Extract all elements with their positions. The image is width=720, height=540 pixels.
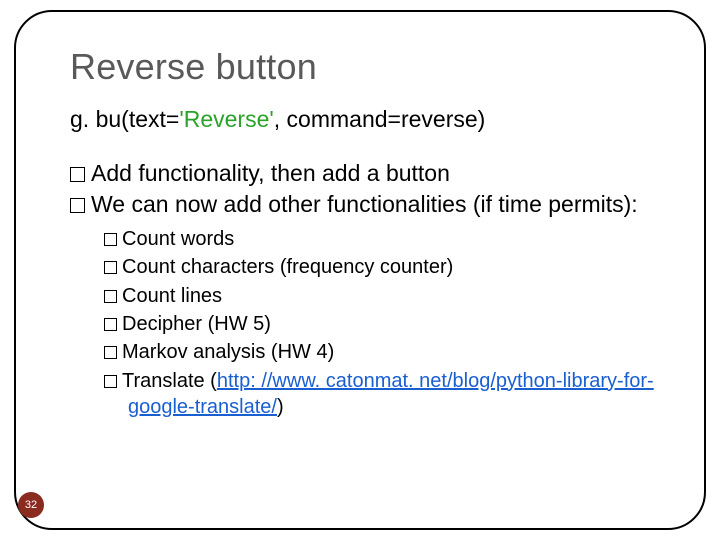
checkbox-icon (104, 290, 117, 303)
sub-bullet-text: Markov analysis (HW 4) (122, 341, 334, 363)
slide: Reverse button g. bu(text='Reverse', com… (0, 0, 720, 540)
sub-bullet-item: Decipher (HW 5) (104, 311, 662, 337)
checkbox-icon (70, 198, 85, 213)
checkbox-icon (104, 261, 117, 274)
sub-bullet-item: Count characters (frequency counter) (104, 254, 662, 280)
checkbox-icon (104, 346, 117, 359)
sub-bullet-text: Count characters (frequency counter) (122, 256, 453, 278)
slide-title: Reverse button (70, 46, 662, 88)
code-post: , command=reverse) (274, 106, 486, 132)
bullet-item: We can now add other functionalities (if… (70, 190, 662, 219)
bullet-list: Add functionality, then add a button We … (70, 159, 662, 220)
translate-close: ) (277, 396, 284, 418)
sub-bullet-item: Count words (104, 226, 662, 252)
bullet-text: We can now add other functionalities (if… (91, 191, 638, 217)
code-pre: g. bu(text= (70, 106, 179, 132)
bullet-item: Add functionality, then add a button (70, 159, 662, 188)
slide-frame: Reverse button g. bu(text='Reverse', com… (14, 10, 706, 530)
sub-bullet-text: Count words (122, 228, 234, 250)
checkbox-icon (104, 318, 117, 331)
page-number: 32 (25, 499, 37, 511)
checkbox-icon (70, 167, 85, 182)
sub-bullet-text: Count lines (122, 285, 222, 307)
sub-bullet-list: Count words Count characters (frequency … (104, 226, 662, 421)
code-string: 'Reverse' (179, 106, 273, 132)
sub-bullet-text: Decipher (HW 5) (122, 313, 271, 335)
bullet-text: Add functionality, then add a button (91, 160, 450, 186)
sub-bullet-item: Translate (http: //www. catonmat. net/bl… (104, 368, 662, 421)
translate-label: Translate ( (122, 370, 217, 392)
checkbox-icon (104, 375, 117, 388)
sub-bullet-item: Count lines (104, 283, 662, 309)
code-line: g. bu(text='Reverse', command=reverse) (70, 106, 662, 133)
page-number-badge: 32 (18, 492, 44, 518)
checkbox-icon (104, 233, 117, 246)
sub-bullet-item: Markov analysis (HW 4) (104, 339, 662, 365)
